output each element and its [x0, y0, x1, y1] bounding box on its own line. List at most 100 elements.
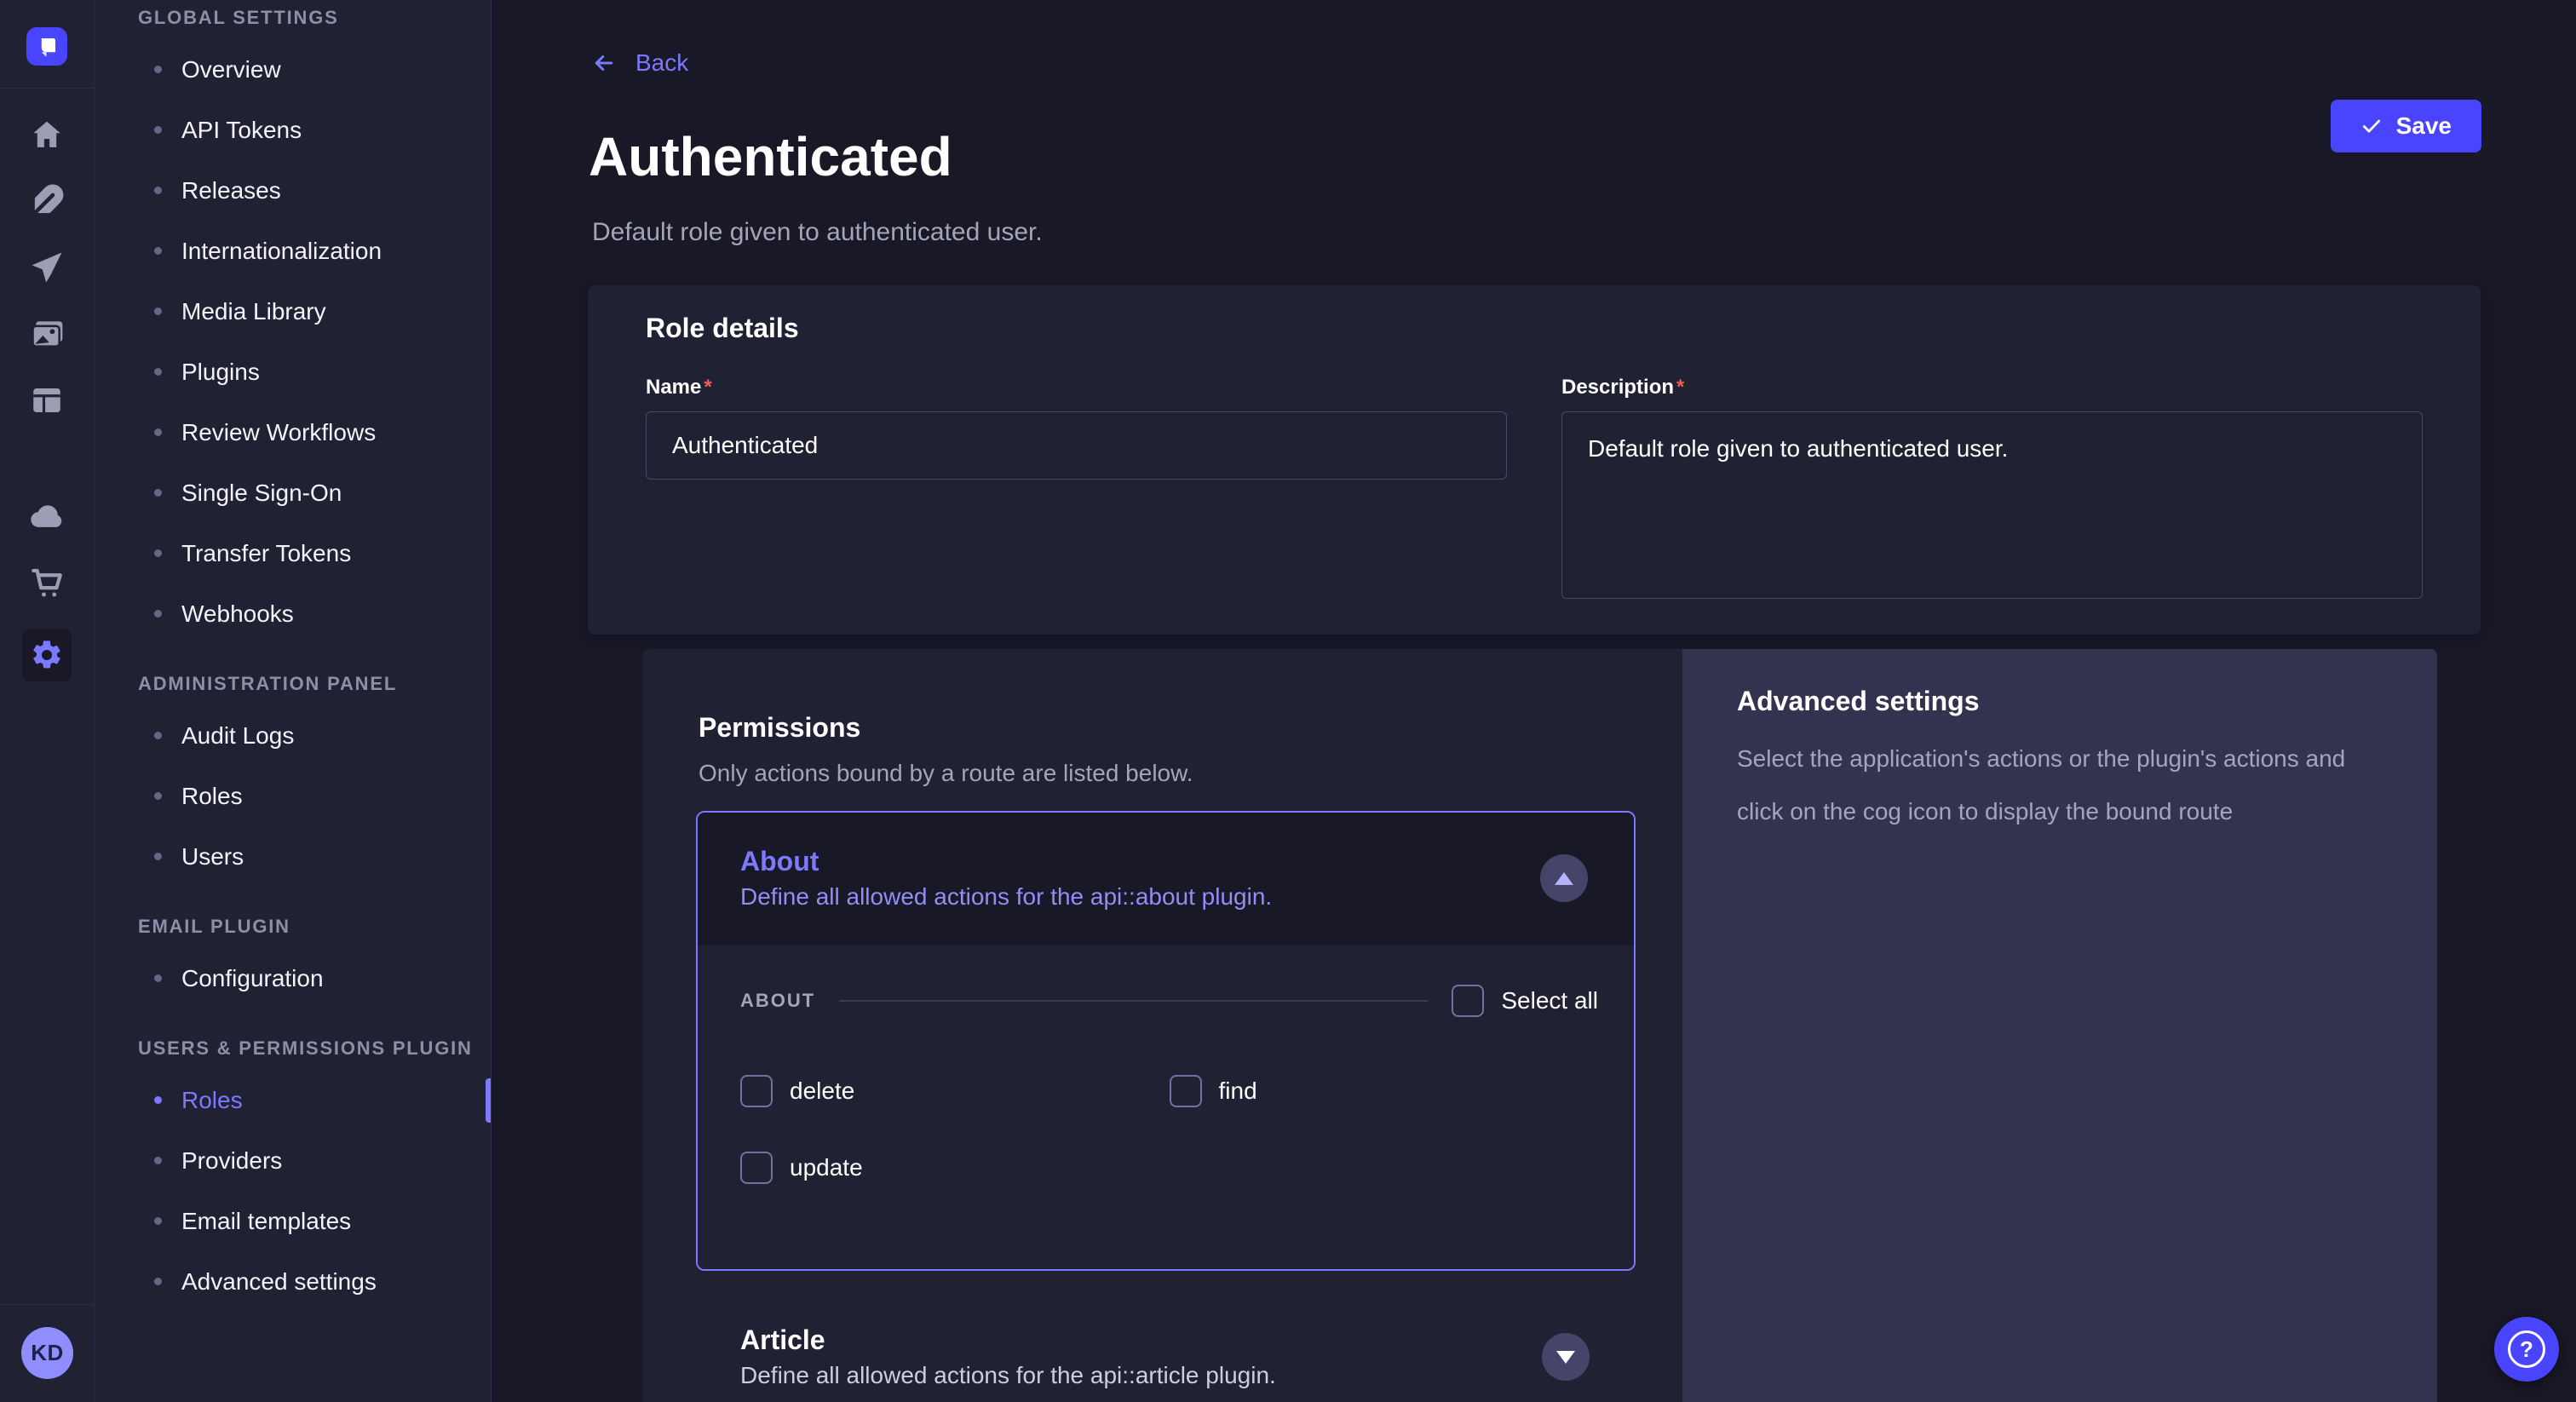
bullet-icon — [154, 126, 162, 134]
nav-item-overview[interactable]: Overview — [95, 39, 491, 100]
user-avatar[interactable]: KD — [21, 1327, 73, 1379]
marketplace-cart-icon[interactable] — [26, 562, 67, 603]
bullet-icon — [154, 1217, 162, 1225]
check-icon — [2360, 115, 2383, 137]
delete-label[interactable]: delete — [790, 1077, 854, 1105]
bullet-icon — [154, 792, 162, 800]
nav-item-review-workflows[interactable]: Review Workflows — [95, 402, 491, 463]
permissions-layout: Permissions Only actions bound by a rout… — [642, 649, 2437, 1402]
accordion-article-header[interactable]: Article Define all allowed actions for t… — [696, 1322, 1636, 1392]
strapi-logo[interactable] — [26, 27, 67, 66]
nav-item-up-providers[interactable]: Providers — [95, 1130, 491, 1191]
actions-grid: delete find update — [740, 1075, 1598, 1184]
advanced-settings-title: Advanced settings — [1737, 683, 2383, 719]
nav-section-administration-panel: ADMINISTRATION PANEL — [95, 673, 491, 695]
divider-line — [839, 1000, 1428, 1002]
settings-subnav: GLOBAL SETTINGS Overview API Tokens Rele… — [95, 0, 492, 1402]
nav-item-email-configuration[interactable]: Configuration — [95, 948, 491, 1008]
deploy-cloud-icon[interactable] — [26, 496, 67, 537]
bullet-icon — [154, 368, 162, 376]
active-indicator — [486, 1078, 491, 1123]
bullet-icon — [154, 428, 162, 436]
nav-item-audit-logs[interactable]: Audit Logs — [95, 705, 491, 766]
nav-section-email-plugin: EMAIL PLUGIN — [95, 916, 491, 938]
role-details-title: Role details — [646, 311, 2423, 345]
arrow-left-icon — [591, 50, 617, 76]
required-asterisk: * — [704, 376, 711, 399]
sidebar-user-area: KD — [0, 1304, 95, 1402]
bullet-icon — [154, 610, 162, 618]
bullet-icon — [154, 247, 162, 255]
content-manager-icon[interactable] — [26, 380, 67, 421]
advanced-settings-panel: Advanced settings Select the application… — [1682, 649, 2437, 1402]
bullet-icon — [154, 549, 162, 557]
main-content: Back Authenticated Default role given to… — [492, 0, 2576, 1402]
home-icon[interactable] — [26, 114, 67, 155]
delete-checkbox[interactable] — [740, 1075, 773, 1107]
select-all-label[interactable]: Select all — [1501, 987, 1598, 1014]
nav-item-admin-users[interactable]: Users — [95, 826, 491, 887]
save-button[interactable]: Save — [2331, 100, 2481, 152]
content-type-builder-icon[interactable] — [26, 181, 67, 221]
main-icon-sidebar: KD — [0, 0, 95, 1402]
nav-item-plugins[interactable]: Plugins — [95, 342, 491, 402]
advanced-settings-description: Select the application's actions or the … — [1737, 733, 2383, 838]
group-label: ABOUT — [740, 990, 815, 1012]
accordion-article-description: Define all allowed actions for the api::… — [740, 1359, 1276, 1392]
action-update: update — [740, 1152, 1170, 1184]
bullet-icon — [154, 1157, 162, 1164]
settings-nav-item[interactable] — [22, 629, 72, 681]
bullet-icon — [154, 1278, 162, 1285]
permissions-title: Permissions — [699, 710, 1682, 744]
role-details-card: Role details Name* Description* Default … — [588, 285, 2481, 635]
nav-item-single-sign-on[interactable]: Single Sign-On — [95, 463, 491, 523]
action-find: find — [1170, 1075, 1599, 1107]
name-input[interactable] — [646, 411, 1507, 480]
media-library-icon[interactable] — [26, 313, 67, 354]
nav-item-webhooks[interactable]: Webhooks — [95, 583, 491, 644]
nav-item-api-tokens[interactable]: API Tokens — [95, 100, 491, 160]
bullet-icon — [154, 489, 162, 497]
select-all-checkbox[interactable] — [1452, 985, 1484, 1017]
bullet-icon — [154, 853, 162, 860]
strapi-logo-icon — [34, 34, 60, 60]
save-label: Save — [2396, 112, 2452, 140]
permissions-panel: Permissions Only actions bound by a rout… — [642, 649, 1682, 1402]
update-checkbox[interactable] — [740, 1152, 773, 1184]
nav-item-releases[interactable]: Releases — [95, 160, 491, 221]
nav-section-users-permissions-plugin: USERS & PERMISSIONS PLUGIN — [95, 1037, 491, 1060]
back-link[interactable]: Back — [591, 49, 688, 77]
description-label: Description* — [1561, 376, 1684, 399]
releases-icon[interactable] — [26, 247, 67, 288]
bullet-icon — [154, 187, 162, 194]
find-checkbox[interactable] — [1170, 1075, 1202, 1107]
find-label[interactable]: find — [1219, 1077, 1257, 1105]
nav-item-up-email-templates[interactable]: Email templates — [95, 1191, 491, 1251]
permissions-subtitle: Only actions bound by a route are listed… — [699, 758, 1626, 789]
update-label[interactable]: update — [790, 1154, 863, 1181]
nav-item-up-advanced-settings[interactable]: Advanced settings — [95, 1251, 491, 1312]
accordion-about-title: About — [740, 843, 1272, 879]
nav-item-internationalization[interactable]: Internationalization — [95, 221, 491, 281]
chevron-down-icon — [1556, 1351, 1575, 1364]
expand-button[interactable] — [1542, 1333, 1590, 1381]
nav-item-transfer-tokens[interactable]: Transfer Tokens — [95, 523, 491, 583]
page-subtitle: Default role given to authenticated user… — [592, 218, 1043, 247]
bullet-icon — [154, 732, 162, 739]
page-title: Authenticated — [589, 124, 952, 189]
sidebar-divider — [0, 88, 95, 89]
bullet-icon — [154, 307, 162, 315]
nav-item-admin-roles[interactable]: Roles — [95, 766, 491, 826]
required-asterisk: * — [1676, 376, 1684, 399]
nav-item-up-roles[interactable]: Roles — [95, 1070, 491, 1130]
bullet-icon — [154, 66, 162, 73]
help-button[interactable]: ? — [2494, 1317, 2559, 1382]
accordion-about-description: Define all allowed actions for the api::… — [740, 881, 1272, 913]
chevron-up-icon — [1555, 872, 1573, 885]
collapse-button[interactable] — [1540, 854, 1588, 902]
nav-item-media-library[interactable]: Media Library — [95, 281, 491, 342]
accordion-about-header[interactable]: About Define all allowed actions for the… — [698, 813, 1634, 945]
description-textarea[interactable]: Default role given to authenticated user… — [1561, 411, 2423, 599]
name-label: Name* — [646, 376, 712, 399]
settings-gear-icon — [30, 638, 64, 672]
